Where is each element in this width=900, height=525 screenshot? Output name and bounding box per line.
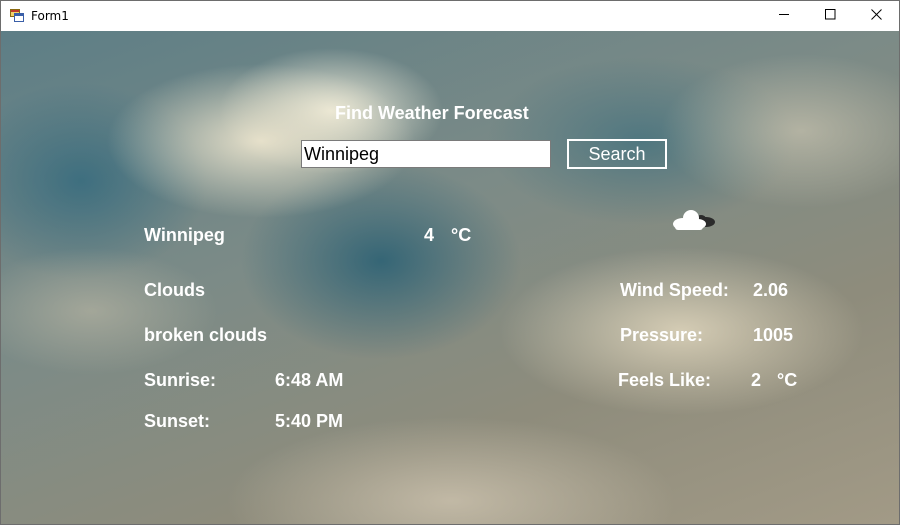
- search-button[interactable]: Search: [567, 139, 667, 169]
- sunrise-label: Sunrise:: [144, 370, 217, 390]
- app-window: Form1 Find Weather Forecast Search Winni…: [0, 0, 900, 525]
- window-title: Form1: [31, 9, 69, 23]
- sunset-label: Sunset:: [144, 411, 211, 431]
- temperature-value: 4: [424, 225, 435, 245]
- city-name: Winnipeg: [144, 225, 225, 245]
- wind-speed-value: 2.06: [753, 280, 789, 300]
- pressure-label: Pressure:: [620, 325, 704, 345]
- cloud-icon: [671, 207, 717, 233]
- city-search-input[interactable]: [301, 140, 551, 168]
- weather-condition: Clouds: [144, 280, 205, 300]
- weather-description: broken clouds: [144, 325, 268, 345]
- title-bar[interactable]: Form1: [1, 1, 899, 31]
- maximize-icon: [824, 7, 836, 25]
- temperature-unit: °C: [451, 225, 472, 245]
- sunset-value: 5:40 PM: [275, 411, 344, 431]
- feels-like-unit: °C: [777, 370, 798, 390]
- sunrise-value: 6:48 AM: [275, 370, 344, 390]
- minimize-button[interactable]: [761, 1, 807, 31]
- app-icon[interactable]: [10, 9, 24, 22]
- maximize-button[interactable]: [807, 1, 853, 31]
- feels-like-value: 2: [751, 370, 762, 390]
- feels-like-label: Feels Like:: [618, 370, 712, 390]
- close-icon: [870, 7, 882, 25]
- form-client-area: Find Weather Forecast Search Winnipeg 4 …: [1, 31, 899, 524]
- close-button[interactable]: [853, 1, 899, 31]
- page-title: Find Weather Forecast: [335, 103, 529, 123]
- minimize-icon: [778, 7, 790, 25]
- pressure-value: 1005: [753, 325, 794, 345]
- wind-speed-label: Wind Speed:: [620, 280, 729, 300]
